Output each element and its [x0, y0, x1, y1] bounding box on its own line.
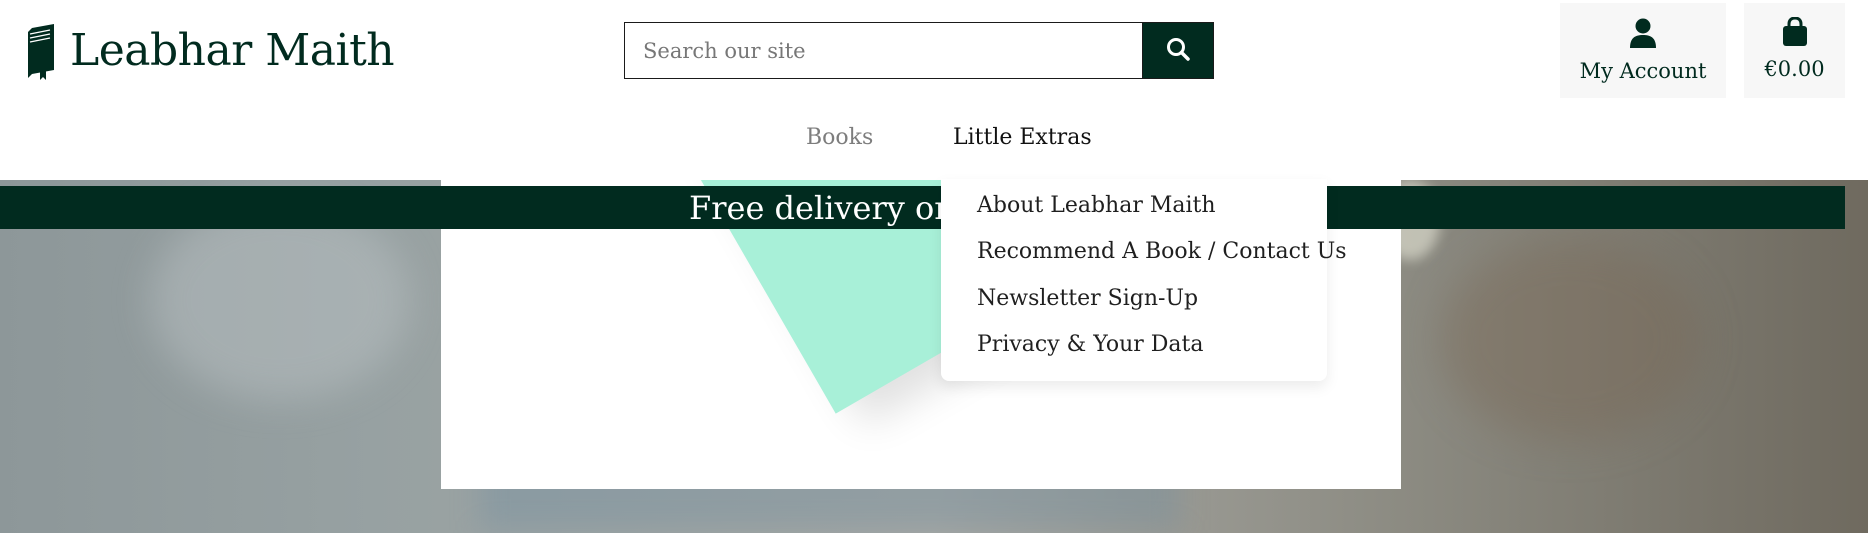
search-button[interactable]	[1142, 22, 1214, 79]
site-header: Leabhar Maith My Account	[0, 0, 1868, 180]
hero-background-shape	[1440, 240, 1700, 440]
nav-item-little-extras[interactable]: Little Extras	[953, 118, 1092, 158]
shopping-bag-icon	[1781, 16, 1809, 51]
search-bar	[624, 22, 1214, 79]
book-icon	[26, 22, 58, 80]
little-extras-dropdown: About Leabhar Maith Recommend A Book / C…	[941, 179, 1347, 381]
hero-image	[0, 180, 1868, 533]
dropdown-item-newsletter[interactable]: Newsletter Sign-Up	[977, 284, 1198, 314]
search-input[interactable]	[624, 22, 1142, 79]
cart-total: €0.00	[1764, 57, 1825, 81]
site-logo[interactable]: Leabhar Maith	[26, 22, 395, 80]
search-icon	[1165, 36, 1191, 66]
dropdown-item-about[interactable]: About Leabhar Maith	[977, 191, 1216, 221]
my-account-button[interactable]: My Account	[1560, 3, 1726, 98]
dropdown-item-privacy[interactable]: Privacy & Your Data	[977, 330, 1203, 360]
my-account-label: My Account	[1579, 59, 1707, 83]
dropdown-item-recommend-contact[interactable]: Recommend A Book / Contact Us	[977, 237, 1347, 267]
main-nav: Books Little Extras	[0, 118, 1868, 158]
brand-name: Leabhar Maith	[70, 25, 395, 76]
hero-background-shape	[150, 200, 410, 400]
user-icon	[1629, 17, 1657, 53]
cart-button[interactable]: €0.00	[1744, 3, 1845, 98]
nav-item-books[interactable]: Books	[806, 118, 873, 158]
